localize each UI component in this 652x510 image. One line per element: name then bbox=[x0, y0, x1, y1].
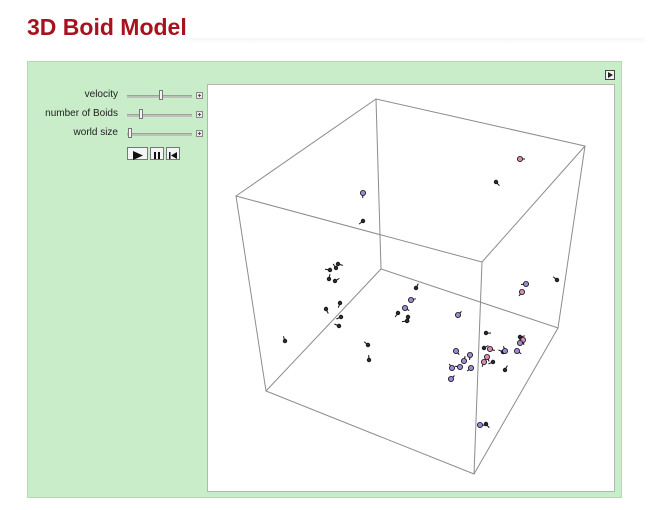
world-size-slider-track[interactable] bbox=[127, 133, 192, 136]
number-of-boids-slider-thumb[interactable] bbox=[139, 109, 143, 119]
boid-marker bbox=[493, 179, 500, 187]
boid-marker bbox=[466, 364, 474, 372]
boid-marker bbox=[454, 311, 462, 318]
boid-marker bbox=[326, 274, 332, 282]
page-title: 3D Boid Model bbox=[27, 14, 187, 40]
boid-marker bbox=[335, 261, 343, 267]
boid-marker bbox=[455, 363, 463, 370]
boid-marker bbox=[366, 354, 372, 363]
bounding-cube bbox=[235, 98, 586, 475]
boid-marker bbox=[466, 351, 473, 361]
boid-marker bbox=[363, 341, 371, 348]
boid-marker bbox=[520, 280, 529, 287]
velocity-slider-thumb[interactable] bbox=[159, 90, 163, 100]
step-back-icon bbox=[169, 152, 177, 159]
boid-marker bbox=[413, 283, 419, 291]
boid-marker bbox=[516, 156, 525, 163]
boid-marker bbox=[476, 421, 486, 428]
boid-marker bbox=[501, 346, 508, 354]
reset-button[interactable] bbox=[166, 147, 180, 160]
boid-marker bbox=[502, 365, 508, 373]
boid-marker bbox=[452, 347, 460, 356]
pause-button[interactable] bbox=[150, 147, 164, 160]
boid-marker bbox=[447, 375, 455, 382]
boid-marker bbox=[332, 277, 340, 284]
boid-marker bbox=[448, 363, 455, 371]
boid-marker bbox=[518, 288, 525, 297]
boid-marker bbox=[401, 318, 410, 324]
boid-3d-scene bbox=[235, 98, 586, 475]
boid-marker bbox=[513, 347, 522, 355]
boid-marker bbox=[323, 306, 329, 314]
boid-marker bbox=[460, 355, 467, 364]
play-icon bbox=[133, 151, 143, 160]
world-size-slider-thumb[interactable] bbox=[128, 128, 132, 138]
boid-marker bbox=[394, 310, 401, 318]
expand-options-icon[interactable] bbox=[605, 70, 615, 80]
boid-marker bbox=[358, 218, 366, 225]
velocity-label: velocity bbox=[84, 89, 118, 100]
boid-marker bbox=[324, 267, 333, 273]
boid-flock bbox=[282, 156, 560, 429]
number-of-boids-label: number of Boids bbox=[45, 108, 118, 119]
boid-marker bbox=[480, 358, 487, 367]
boid-marker bbox=[401, 304, 410, 312]
play-button[interactable] bbox=[127, 147, 148, 160]
boid-marker bbox=[552, 276, 560, 283]
number-of-boids-expand-icon[interactable] bbox=[196, 111, 203, 118]
boid-marker bbox=[334, 323, 342, 329]
velocity-expand-icon[interactable] bbox=[196, 92, 203, 99]
world-size-expand-icon[interactable] bbox=[196, 130, 203, 137]
boid-marker bbox=[483, 421, 490, 429]
boid-marker bbox=[483, 330, 492, 336]
boid-marker bbox=[486, 345, 495, 352]
boid-marker bbox=[282, 336, 288, 344]
boid-graphics-canvas[interactable] bbox=[207, 84, 615, 492]
pause-icon bbox=[154, 152, 160, 159]
boid-marker bbox=[337, 300, 343, 308]
world-size-label: world size bbox=[73, 127, 118, 138]
cube-front-face bbox=[235, 195, 483, 475]
boid-marker bbox=[359, 190, 366, 199]
boid-marker bbox=[407, 296, 416, 303]
number-of-boids-slider-track[interactable] bbox=[127, 114, 192, 117]
title-underline bbox=[190, 38, 645, 44]
